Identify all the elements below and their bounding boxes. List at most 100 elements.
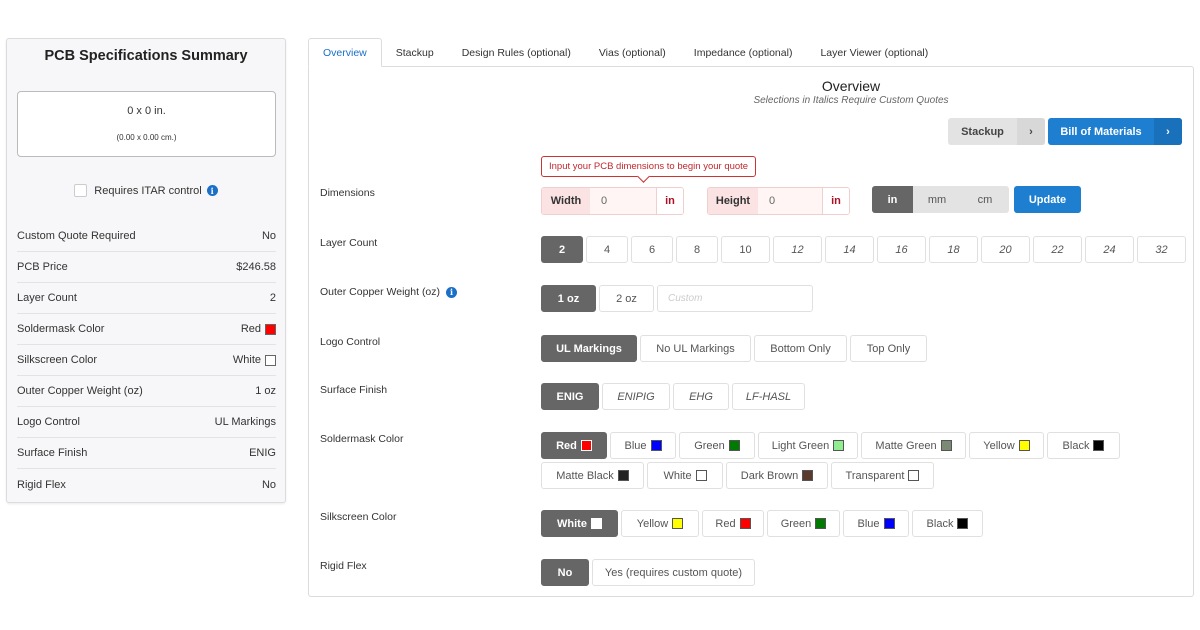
color-swatch xyxy=(908,470,920,481)
spec-value-wrap: White xyxy=(233,354,276,366)
spec-value-wrap: $246.58 xyxy=(236,261,276,273)
rigid-flex-option-yes-requires-custom-quote[interactable]: Yes (requires custom quote) xyxy=(592,559,755,586)
spec-value: No xyxy=(261,230,276,242)
spec-value: White xyxy=(232,354,261,366)
itar-checkbox[interactable] xyxy=(74,184,88,197)
surface-finish-options: ENIG ENIPIG EHG LF-HASL xyxy=(541,383,805,410)
spec-value: UL Markings xyxy=(214,416,276,428)
color-swatch xyxy=(590,518,602,529)
spec-row-soldermask-color: Soldermask Color Red xyxy=(17,314,276,345)
info-icon[interactable]: i xyxy=(446,286,458,298)
update-button[interactable]: Update xyxy=(1014,186,1081,213)
logo-control-option-ul-markings[interactable]: UL Markings xyxy=(541,335,637,362)
surface-finish-option-label: LF-HASL xyxy=(745,390,792,403)
surface-finish-option-enig[interactable]: ENIG xyxy=(541,383,599,410)
layer-count-option-12[interactable]: 12 xyxy=(773,236,822,263)
silkscreen-option-red[interactable]: Red xyxy=(702,510,764,537)
soldermask-option-transparent[interactable]: Transparent xyxy=(831,462,934,489)
layer-count-option-18[interactable]: 18 xyxy=(929,236,978,263)
soldermask-option-dark-brown[interactable]: Dark Brown xyxy=(726,462,828,489)
summary-title: PCB Specifications Summary xyxy=(44,48,248,64)
spec-value: ENIG xyxy=(249,447,276,459)
custom-copper-weight-input[interactable] xyxy=(657,285,813,312)
dimensions-inches: 0 x 0 in. xyxy=(127,105,166,117)
copper-weight-label-text: Outer Copper Weight (oz) xyxy=(320,286,441,298)
layer-count-option-24[interactable]: 24 xyxy=(1085,236,1134,263)
surface-finish-option-lf-hasl[interactable]: LF-HASL xyxy=(732,383,805,410)
color-swatch xyxy=(265,323,276,335)
copper-weight-option-1-oz[interactable]: 1 oz xyxy=(541,285,596,312)
copper-weight-option-label: 1 oz xyxy=(557,292,580,305)
unit-option-in[interactable]: in xyxy=(872,186,913,213)
tab-design-rules-optional[interactable]: Design Rules (optional) xyxy=(448,38,585,67)
soldermask-option-blue[interactable]: Blue xyxy=(610,432,676,459)
silkscreen-option-blue[interactable]: Blue xyxy=(843,510,909,537)
surface-finish-option-enipig[interactable]: ENIPIG xyxy=(602,383,670,410)
spec-value: No xyxy=(261,478,276,491)
unit-option-mm[interactable]: mm xyxy=(913,186,961,213)
surface-finish-option-ehg[interactable]: EHG xyxy=(673,383,729,410)
tab-overview[interactable]: Overview xyxy=(308,38,382,67)
copper-weight-option-2-oz[interactable]: 2 oz xyxy=(599,285,654,312)
unit-option-cm[interactable]: cm xyxy=(961,186,1009,213)
spec-value: Red xyxy=(240,323,261,335)
logo-control-option-no-ul-markings[interactable]: No UL Markings xyxy=(640,335,751,362)
color-swatch xyxy=(650,440,662,451)
soldermask-option-light-green[interactable]: Light Green xyxy=(758,432,858,459)
soldermask-option-black[interactable]: Black xyxy=(1047,432,1120,459)
layer-count-option-2[interactable]: 2 xyxy=(541,236,583,263)
silkscreen-option-label: Blue xyxy=(857,517,880,530)
layer-count-option-16[interactable]: 16 xyxy=(877,236,926,263)
soldermask-option-matte-black[interactable]: Matte Black xyxy=(541,462,644,489)
soldermask-option-label: Red xyxy=(556,439,577,452)
soldermask-option-label: Blue xyxy=(624,439,647,452)
info-icon[interactable]: i xyxy=(206,185,218,196)
layer-count-option-14[interactable]: 14 xyxy=(825,236,874,263)
logo-control-option-bottom-only[interactable]: Bottom Only xyxy=(754,335,847,362)
silkscreen-option-label: White xyxy=(557,517,587,530)
tab-layer-viewer-optional[interactable]: Layer Viewer (optional) xyxy=(806,38,942,67)
layer-count-option-32[interactable]: 32 xyxy=(1137,236,1186,263)
height-input[interactable] xyxy=(758,188,822,214)
silkscreen-option-black[interactable]: Black xyxy=(912,510,983,537)
soldermask-option-yellow[interactable]: Yellow xyxy=(969,432,1044,459)
soldermask-option-matte-green[interactable]: Matte Green xyxy=(861,432,966,459)
soldermask-option-label: Matte Black xyxy=(556,469,614,482)
specs-summary-panel: PCB Specifications Summary 0 x 0 in. (0.… xyxy=(6,38,286,503)
width-unit: in xyxy=(656,188,683,214)
chevron-right-icon: › xyxy=(1154,118,1182,145)
soldermask-option-green[interactable]: Green xyxy=(679,432,755,459)
spec-label: Layer Count xyxy=(17,292,77,304)
tab-stackup[interactable]: Stackup xyxy=(382,38,448,67)
logo-control-options: UL Markings No UL Markings Bottom Only Top … xyxy=(541,335,927,362)
color-swatch xyxy=(728,440,740,451)
spec-value-wrap: 2 xyxy=(270,292,276,304)
silkscreen-option-yellow[interactable]: Yellow xyxy=(621,510,699,537)
bill-of-materials-nav-button[interactable]: Bill of Materials › xyxy=(1048,118,1182,145)
soldermask-option-white[interactable]: White xyxy=(647,462,723,489)
tab-impedance-optional[interactable]: Impedance (optional) xyxy=(680,38,807,67)
nav-buttons: Stackup › Bill of Materials › xyxy=(948,118,1182,145)
layer-count-option-22[interactable]: 22 xyxy=(1033,236,1082,263)
layer-count-option-20[interactable]: 20 xyxy=(981,236,1030,263)
silkscreen-option-label: Red xyxy=(715,517,736,530)
layer-count-label-text: Layer Count xyxy=(320,237,378,249)
tab-vias-optional[interactable]: Vias (optional) xyxy=(585,38,680,67)
layer-count-option-8[interactable]: 8 xyxy=(676,236,718,263)
stackup-nav-button[interactable]: Stackup › xyxy=(948,118,1045,145)
silkscreen-option-white[interactable]: White xyxy=(541,510,618,537)
silkscreen-color-label-text: Silkscreen Color xyxy=(320,511,397,523)
soldermask-option-red[interactable]: Red xyxy=(541,432,607,459)
rigid-flex-option-no[interactable]: No xyxy=(541,559,589,586)
layer-count-option-6[interactable]: 6 xyxy=(631,236,673,263)
dimensions-tooltip: Input your PCB dimensions to begin your … xyxy=(541,156,757,177)
spec-label: Rigid Flex xyxy=(17,478,66,491)
logo-control-label-text: Logo Control xyxy=(320,336,381,348)
logo-control-option-top-only[interactable]: Top Only xyxy=(850,335,927,362)
layer-count-option-4[interactable]: 4 xyxy=(586,236,628,263)
silkscreen-option-green[interactable]: Green xyxy=(767,510,840,537)
soldermask-color-label: Soldermask Color xyxy=(320,433,403,445)
width-input[interactable] xyxy=(590,188,656,214)
layer-count-option-10[interactable]: 10 xyxy=(721,236,770,263)
spec-label: Logo Control xyxy=(17,416,80,428)
